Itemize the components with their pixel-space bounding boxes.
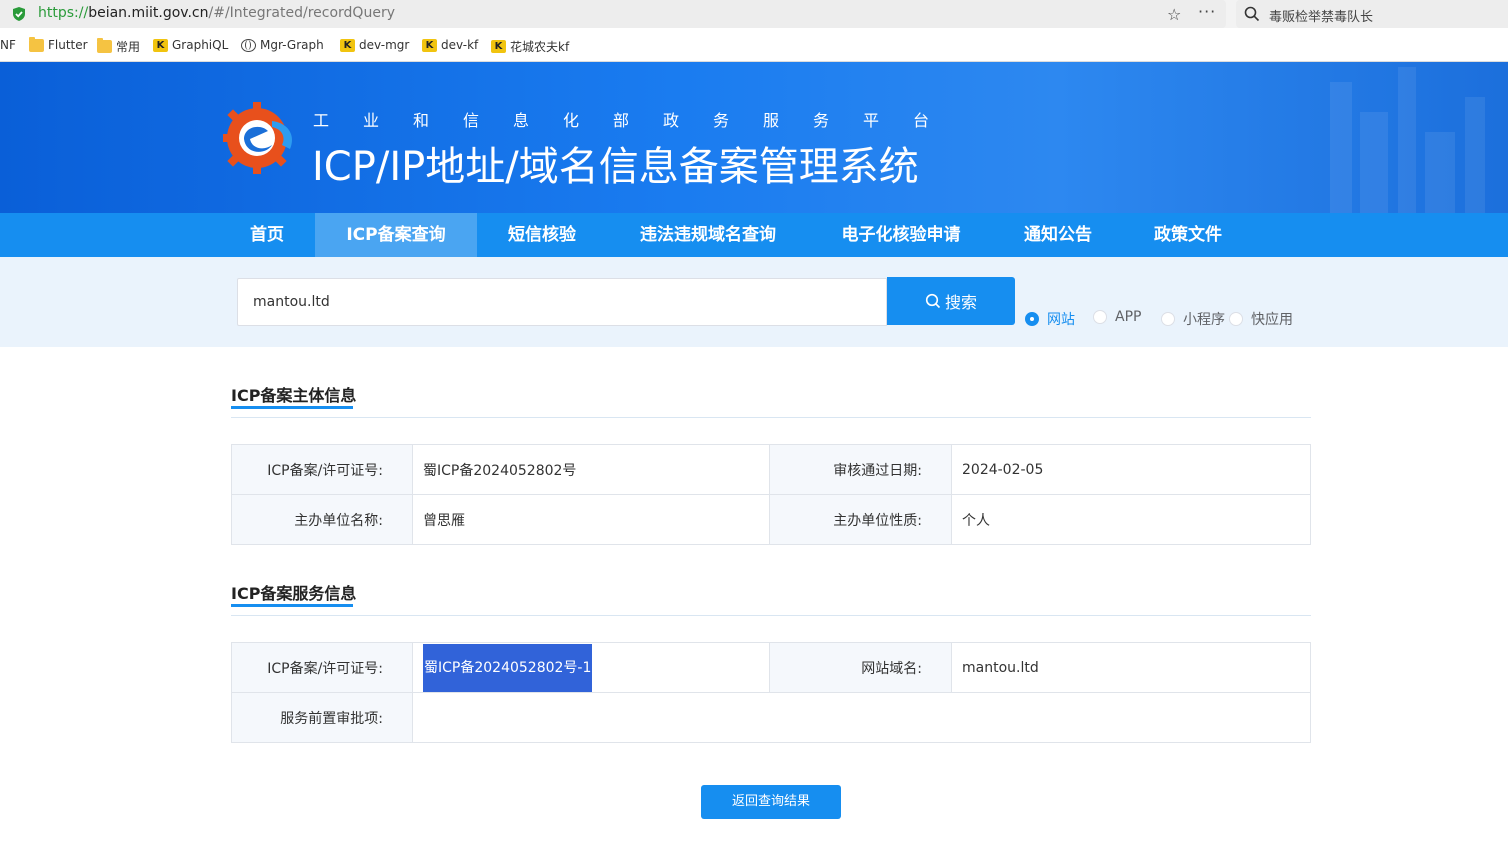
nav-policy-docs[interactable]: 政策文件 xyxy=(1138,213,1238,257)
search-button-label: 搜索 xyxy=(944,293,977,312)
site-icon: K xyxy=(340,38,355,52)
approval-date-value: 2024-02-05 xyxy=(951,444,1311,495)
org-name-value: 曾思雁 xyxy=(412,494,770,545)
query-input[interactable] xyxy=(237,278,887,326)
license-label: ICP备案/许可证号: xyxy=(231,444,413,495)
nav-notices[interactable]: 通知公告 xyxy=(1008,213,1108,257)
nav-electronic-verify[interactable]: 电子化核验申请 xyxy=(824,213,978,257)
bookmark-label: dev-kf xyxy=(441,38,479,52)
banner-decoration xyxy=(1465,97,1485,213)
search-icon xyxy=(925,293,941,309)
org-name-label: 主办单位名称: xyxy=(231,494,413,545)
folder-icon xyxy=(97,38,112,53)
domain-label: 网站域名: xyxy=(769,642,952,693)
browser-search-text: 毒贩检举禁毒队长 xyxy=(1269,10,1374,25)
radio-circle xyxy=(1161,312,1175,326)
bookmark-item[interactable]: Mgr-Graph xyxy=(241,38,324,52)
more-options-icon[interactable]: ··· xyxy=(1198,2,1216,21)
system-title: ICP/IP地址/域名信息备案管理系统 xyxy=(312,144,919,190)
url-text[interactable]: https://beian.miit.gov.cn/#/Integrated/r… xyxy=(38,5,395,21)
subject-info-title: ICP备案主体信息 xyxy=(231,386,357,405)
main-nav: 首页 ICP备案查询 短信核验 违法违规域名查询 电子化核验申请 通知公告 政策… xyxy=(0,213,1508,257)
service-license-cell: 蜀ICP备2024052802号-1 xyxy=(412,642,770,693)
pre-approval-label: 服务前置审批项: xyxy=(231,692,413,743)
bookmark-item[interactable]: Kdev-kf xyxy=(422,38,478,52)
radio-label: 网站 xyxy=(1047,312,1075,328)
bookmark-label: Flutter xyxy=(48,38,88,52)
radio-label: 快应用 xyxy=(1251,312,1293,328)
section-underline xyxy=(231,406,353,409)
service-license-label: ICP备案/许可证号: xyxy=(231,642,413,693)
subject-info-table: ICP备案/许可证号: 蜀ICP备2024052802号 审核通过日期: 202… xyxy=(231,444,1311,545)
radio-circle xyxy=(1093,310,1107,324)
browser-search-box[interactable]: 毒贩检举禁毒队长 xyxy=(1236,0,1508,28)
table-row: 主办单位名称: 曾思雁 主办单位性质: 个人 xyxy=(231,494,1311,545)
shield-icon xyxy=(13,7,25,21)
banner-decoration xyxy=(1330,82,1352,213)
bookmark-item[interactable]: 常用 xyxy=(97,38,140,55)
table-row: ICP备案/许可证号: 蜀ICP备2024052802号-1 网站域名: man… xyxy=(231,642,1311,693)
radio-label: APP xyxy=(1115,309,1142,325)
radio-quick-app[interactable]: 快应用 xyxy=(1229,309,1293,329)
nav-home[interactable]: 首页 xyxy=(233,213,301,257)
org-nature-value: 个人 xyxy=(951,494,1311,545)
bookmark-star-icon[interactable]: ☆ xyxy=(1167,5,1181,24)
radio-circle xyxy=(1025,312,1039,326)
radio-app[interactable]: APP xyxy=(1093,309,1141,325)
bookmark-item[interactable]: NF xyxy=(0,38,16,52)
browser-toolbar: https://beian.miit.gov.cn/#/Integrated/r… xyxy=(0,0,1508,28)
bookmark-label: 常用 xyxy=(116,40,141,54)
site-icon: K xyxy=(491,40,506,53)
license-value: 蜀ICP备2024052802号 xyxy=(412,444,770,495)
globe-icon xyxy=(241,38,256,52)
url-scheme: https:// xyxy=(38,5,89,21)
approval-date-label: 审核通过日期: xyxy=(769,444,952,495)
banner-decoration xyxy=(1425,132,1455,213)
bookmark-item[interactable]: Kdev-mgr xyxy=(340,38,409,52)
search-area: 搜索 网站 APP 小程序 快应用 xyxy=(0,257,1508,347)
bookmark-label: dev-mgr xyxy=(359,38,410,52)
radio-label: 小程序 xyxy=(1183,312,1225,328)
search-button[interactable]: 搜索 xyxy=(887,277,1015,325)
platform-subtitle: 工业和信息化部政务服务平台 xyxy=(313,111,964,130)
org-nature-label: 主办单位性质: xyxy=(769,494,952,545)
table-row: 服务前置审批项: xyxy=(231,692,1311,743)
domain-value: mantou.ltd xyxy=(951,642,1311,693)
section-underline xyxy=(231,604,353,607)
nav-illegal-domain-query[interactable]: 违法违规域名查询 xyxy=(620,213,796,257)
bookmark-item[interactable]: K 花城农夫kf xyxy=(491,38,569,55)
url-host: beian.miit.gov.cn xyxy=(88,5,209,21)
radio-circle xyxy=(1229,312,1243,326)
banner-decoration xyxy=(1360,112,1388,213)
service-license-value[interactable]: 蜀ICP备2024052802号-1 xyxy=(423,643,593,692)
back-to-results-button[interactable]: 返回查询结果 xyxy=(701,785,841,819)
bookmark-label: Mgr-Graph xyxy=(260,38,324,52)
bookmark-item[interactable]: K GraphiQL xyxy=(153,38,228,52)
bookmark-label: NF xyxy=(0,38,16,52)
site-banner: 工业和信息化部政务服务平台 ICP/IP地址/域名信息备案管理系统 xyxy=(0,62,1508,213)
banner-decoration xyxy=(1398,67,1416,213)
bookmark-label: GraphiQL xyxy=(172,38,229,52)
nav-sms-verify[interactable]: 短信核验 xyxy=(492,213,592,257)
address-bar[interactable]: https://beian.miit.gov.cn/#/Integrated/r… xyxy=(0,0,1226,28)
site-icon: K xyxy=(153,38,168,52)
radio-mini-program[interactable]: 小程序 xyxy=(1161,309,1225,329)
section-divider xyxy=(231,417,1311,418)
bookmarks-bar: NF Flutter 常用 K GraphiQL Mgr-Graph Kdev-m… xyxy=(0,28,1508,62)
section-divider xyxy=(231,615,1311,616)
bookmark-label: 花城农夫kf xyxy=(510,40,570,54)
ministry-logo-icon xyxy=(223,102,292,174)
pre-approval-value xyxy=(412,692,1311,743)
service-info-title: ICP备案服务信息 xyxy=(231,584,357,603)
url-path: /#/Integrated/recordQuery xyxy=(208,5,395,21)
site-icon: K xyxy=(422,38,437,52)
nav-icp-query[interactable]: ICP备案查询 xyxy=(315,213,477,257)
service-info-table: ICP备案/许可证号: 蜀ICP备2024052802号-1 网站域名: man… xyxy=(231,642,1311,743)
folder-icon xyxy=(29,36,44,52)
bookmark-item[interactable]: Flutter xyxy=(29,36,88,52)
search-icon xyxy=(1244,6,1260,22)
radio-website[interactable]: 网站 xyxy=(1025,309,1075,329)
table-row: ICP备案/许可证号: 蜀ICP备2024052802号 审核通过日期: 202… xyxy=(231,444,1311,495)
